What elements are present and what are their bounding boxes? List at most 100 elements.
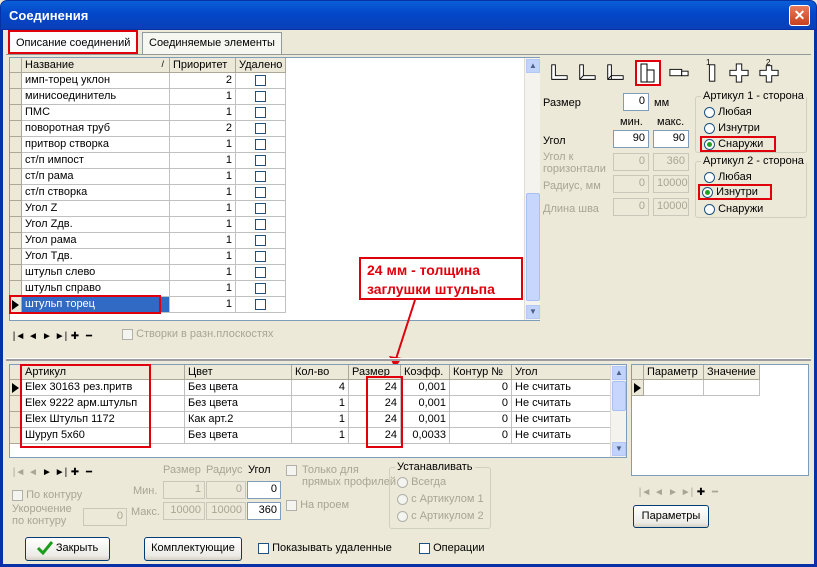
deleted-checkbox[interactable] [255, 235, 266, 246]
articles-next-icon[interactable]: ► [40, 467, 54, 478]
connection-priority[interactable]: 1 [170, 265, 236, 281]
col-coef-header[interactable]: Коэфф. [401, 365, 450, 380]
connection-row[interactable]: Угол Тдв. 1 [10, 249, 286, 265]
connection-name[interactable]: Угол рама [22, 233, 170, 249]
deleted-checkbox[interactable] [255, 91, 266, 102]
butt-joint-icon[interactable] [668, 62, 690, 84]
show-deleted-box[interactable] [258, 542, 269, 554]
close-button[interactable]: Закрыть [25, 537, 110, 561]
connection-deleted[interactable] [236, 89, 286, 105]
art2-any-radio[interactable] [704, 171, 715, 183]
article-angle-cell[interactable]: Не считать [512, 380, 612, 396]
corner-joint-icon-1[interactable] [548, 62, 570, 84]
radius-max-input[interactable]: 10000 [653, 175, 689, 193]
deleted-checkbox[interactable] [255, 267, 266, 278]
connection-name[interactable]: ПМС [22, 105, 170, 121]
col-name-header[interactable]: Название / [22, 58, 170, 73]
connection-name[interactable]: ст/п створка [22, 185, 170, 201]
connection-priority[interactable]: 1 [170, 185, 236, 201]
article-qty-cell[interactable]: 1 [292, 412, 349, 428]
tab-connection-description[interactable]: Описание соединений [8, 30, 139, 54]
articles-scrollbar[interactable]: ▲ ▼ [610, 365, 626, 457]
article-coef-cell[interactable]: 0,0033 [401, 428, 450, 444]
connection-name[interactable]: Угол Тдв. [22, 249, 170, 265]
deleted-checkbox[interactable] [255, 171, 266, 182]
deleted-checkbox[interactable] [255, 299, 266, 310]
operations-box[interactable] [419, 542, 430, 554]
on-passage-checkbox[interactable]: На проем [286, 499, 349, 511]
connection-priority[interactable]: 1 [170, 297, 236, 313]
articles-scroll-down-icon[interactable]: ▼ [612, 442, 626, 456]
connection-priority[interactable]: 1 [170, 233, 236, 249]
deleted-checkbox[interactable] [255, 107, 266, 118]
article-angle-cell[interactable]: Не считать [512, 396, 612, 412]
on-passage-box[interactable] [286, 499, 297, 511]
col-priority-header[interactable]: Приоритет [170, 58, 236, 73]
connection-priority[interactable]: 1 [170, 153, 236, 169]
art2-outside-option[interactable]: Снаружи [704, 203, 763, 215]
first-record-icon[interactable]: |◄ [12, 331, 26, 342]
article-coef-cell[interactable]: 0,001 [401, 380, 450, 396]
radius-min-input[interactable]: 0 [613, 175, 649, 193]
col-angle-header[interactable]: Угол [512, 365, 612, 380]
delete-record-icon[interactable]: ━ [82, 331, 96, 342]
corner-joint-icon-3[interactable] [604, 62, 626, 84]
add-record-icon[interactable]: ✚ [68, 331, 82, 342]
min-angle-input[interactable]: 0 [247, 481, 281, 499]
deleted-checkbox[interactable] [255, 155, 266, 166]
art2-any-option[interactable]: Любая [704, 171, 752, 183]
articles-first-icon[interactable]: |◄ [12, 467, 26, 478]
connections-scrollbar[interactable]: ▲ ▼ [524, 58, 540, 320]
art2-outside-radio[interactable] [704, 203, 715, 215]
connection-deleted[interactable] [236, 121, 286, 137]
install-art1-option[interactable]: с Артикулом 1 [397, 493, 484, 505]
max-radius-input[interactable]: 10000 [206, 502, 246, 520]
deleted-checkbox[interactable] [255, 139, 266, 150]
connection-name[interactable]: имп-торец уклон [22, 73, 170, 89]
by-contour-checkbox[interactable]: По контуру [12, 489, 82, 501]
connection-priority[interactable]: 1 [170, 169, 236, 185]
connection-row[interactable]: Угол Zдв. 1 [10, 217, 286, 233]
install-art2-radio[interactable] [397, 510, 408, 522]
connection-deleted[interactable] [236, 217, 286, 233]
mullion-end-icon[interactable] [635, 60, 661, 86]
articles-delete-icon[interactable]: ━ [82, 467, 96, 478]
by-contour-box[interactable] [12, 489, 23, 501]
show-deleted-checkbox[interactable]: Показывать удаленные [258, 542, 392, 554]
connection-priority[interactable]: 2 [170, 121, 236, 137]
article-color-cell[interactable]: Как арт.2 [185, 412, 292, 428]
min-size-input[interactable]: 1 [163, 481, 205, 499]
next-record-icon[interactable]: ► [40, 331, 54, 342]
article-angle-cell[interactable]: Не считать [512, 428, 612, 444]
connection-name[interactable]: Угол Zдв. [22, 217, 170, 233]
connection-name[interactable]: поворотная труб [22, 121, 170, 137]
connection-name[interactable]: ст/п рама [22, 169, 170, 185]
connection-row[interactable]: ст/п створка 1 [10, 185, 286, 201]
max-angle-input[interactable]: 360 [247, 502, 281, 520]
splitter[interactable] [6, 358, 811, 361]
connection-row[interactable]: Угол Z1 [10, 201, 286, 217]
article-contour-cell[interactable]: 0 [450, 380, 512, 396]
connection-deleted[interactable] [236, 297, 286, 313]
connection-name[interactable]: притвор створка [22, 137, 170, 153]
connection-deleted[interactable] [236, 281, 286, 297]
article-color-cell[interactable]: Без цвета [185, 396, 292, 412]
seam-min-input[interactable]: 0 [613, 198, 649, 216]
article-angle-cell[interactable]: Не считать [512, 412, 612, 428]
angle-min-input[interactable]: 90 [613, 130, 649, 148]
art2-inside-option[interactable]: Изнутри [698, 184, 772, 200]
connection-deleted[interactable] [236, 185, 286, 201]
prev-record-icon[interactable]: ◄ [26, 331, 40, 342]
connection-deleted[interactable] [236, 73, 286, 89]
connection-row[interactable]: ст/п рама 1 [10, 169, 286, 185]
connection-name[interactable]: штульп слево [22, 265, 170, 281]
deleted-checkbox[interactable] [255, 219, 266, 230]
scroll-up-icon[interactable]: ▲ [526, 59, 540, 73]
articles-last-icon[interactable]: ►| [54, 467, 68, 478]
params-add-icon[interactable]: ✚ [694, 487, 708, 498]
connection-row[interactable]: ПМС 1 [10, 105, 286, 121]
close-window-button[interactable]: ✕ [789, 5, 810, 26]
connection-row[interactable]: притвор створка 1 [10, 137, 286, 153]
connection-priority[interactable]: 1 [170, 89, 236, 105]
seam-max-input[interactable]: 10000 [653, 198, 689, 216]
